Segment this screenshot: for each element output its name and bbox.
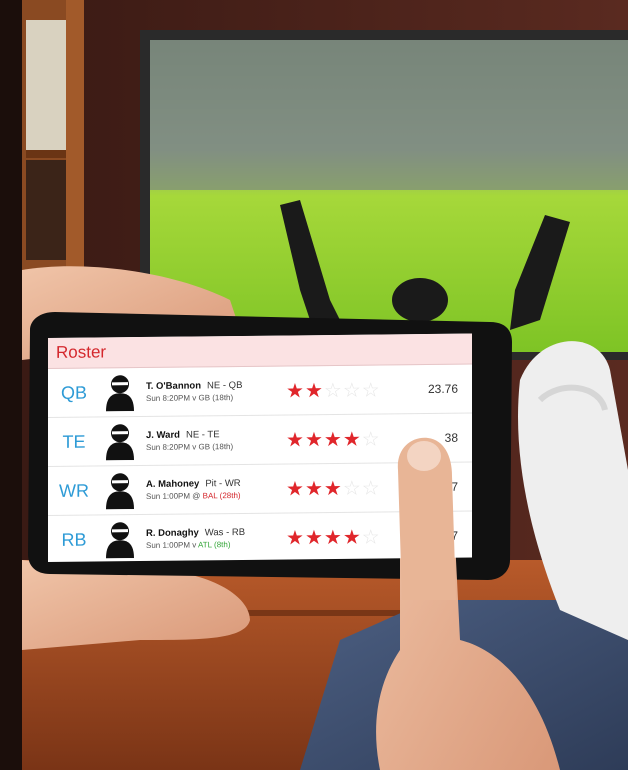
opponent-rank: (18th) [212, 442, 234, 452]
player-rating: ★★★☆☆ [286, 475, 406, 501]
player-name: J. Ward [146, 429, 180, 441]
star-icon: ☆ [342, 477, 362, 500]
opponent-rank: BAL (28th) [202, 490, 241, 501]
player-position: TE [62, 431, 86, 452]
star-icon: ★ [286, 428, 305, 452]
star-icon: ★ [304, 477, 324, 500]
table-row[interactable]: QB T. O'Bannon NE - QB Sun 8:20PM v GB (18t… [48, 364, 472, 418]
star-icon: ★ [304, 379, 324, 402]
player-name-line: T. O'Bannon NE - QB [146, 380, 286, 392]
star-icon: ★ [323, 526, 343, 549]
player-game-line: Sun 8:20PM v GB (18th) [146, 393, 286, 403]
star-icon: ★ [342, 428, 362, 451]
player-name: R. Donaghy [146, 527, 199, 539]
roster-header: Roster [48, 333, 472, 369]
player-name-line: R. Donaghy Was - RB [146, 527, 286, 539]
star-icon: ★ [286, 526, 305, 550]
helmet-player-icon [100, 470, 140, 510]
star-icon: ☆ [323, 379, 343, 402]
helmet-player-icon [100, 519, 140, 559]
player-team-position: NE - TE [185, 429, 220, 441]
table-row[interactable]: WR A. Mahoney Pit - WR Sun 1:00PM @ BAL (28… [48, 462, 472, 516]
player-game-line: Sun 8:20PM v GB (18th) [146, 442, 286, 452]
player-name: A. Mahoney [146, 478, 200, 490]
player-points: 7 [451, 528, 458, 543]
game-time: Sun 8:20PM v GB [146, 393, 211, 403]
star-icon: ☆ [361, 526, 381, 549]
roster-title: Roster [56, 342, 107, 362]
player-team-position: Pit - WR [205, 477, 241, 490]
player-name-line: J. Ward NE - TE [146, 429, 286, 441]
star-icon: ★ [323, 428, 343, 451]
player-position: WR [59, 480, 89, 501]
player-rating: ★★★★☆ [286, 524, 406, 550]
helmet-player-icon [100, 372, 140, 412]
table-row[interactable]: TE J. Ward NE - TE Sun 8:20PM v GB (18th) ★★… [48, 413, 472, 467]
opponent-rank: ATL (8th) [198, 540, 231, 550]
star-icon: ☆ [361, 428, 381, 451]
player-rating: ★★☆☆☆ [286, 377, 406, 403]
game-time: Sun 1:00PM v [146, 540, 197, 550]
player-position: RB [61, 529, 87, 550]
opponent-rank: (18th) [212, 393, 234, 403]
player-position: QB [60, 382, 87, 403]
star-icon: ★ [342, 526, 362, 549]
player-info: A. Mahoney Pit - WR Sun 1:00PM @ BAL (28th… [140, 478, 286, 502]
roster-list: QB T. O'Bannon NE - QB Sun 8:20PM v GB (18t… [48, 364, 472, 562]
player-points: 38 [444, 430, 458, 445]
star-icon: ☆ [361, 477, 381, 500]
game-time: Sun 8:20PM v GB [146, 442, 211, 452]
player-team-position: Was - RB [204, 526, 246, 539]
player-info: T. O'Bannon NE - QB Sun 8:20PM v GB (18th) [140, 380, 286, 404]
star-icon: ★ [286, 477, 305, 501]
player-game-line: Sun 1:00PM v ATL (8th) [146, 540, 286, 550]
game-time: Sun 1:00PM @ [146, 491, 201, 501]
player-info: R. Donaghy Was - RB Sun 1:00PM v ATL (8th) [140, 527, 286, 551]
star-icon: ★ [304, 428, 324, 451]
star-icon: ★ [323, 477, 343, 500]
phone-screen: Roster QB T. O'Bannon NE - QB Sun 8:20PM v … [48, 333, 472, 562]
helmet-player-icon [100, 421, 140, 461]
player-points: 23.76 [427, 381, 458, 397]
player-team-position: NE - QB [207, 379, 243, 392]
star-icon: ☆ [361, 379, 381, 402]
player-game-line: Sun 1:00PM @ BAL (28th) [146, 491, 286, 501]
player-name: T. O'Bannon [146, 380, 202, 392]
star-icon: ★ [304, 526, 324, 549]
player-name-line: A. Mahoney Pit - WR [146, 478, 286, 490]
star-icon: ☆ [342, 379, 362, 402]
star-icon: ★ [286, 379, 305, 403]
player-points: 7 [451, 479, 458, 494]
player-info: J. Ward NE - TE Sun 8:20PM v GB (18th) [140, 429, 286, 453]
player-rating: ★★★★☆ [286, 426, 406, 452]
table-row[interactable]: RB R. Donaghy Was - RB Sun 1:00PM v ATL (8t… [48, 511, 472, 562]
